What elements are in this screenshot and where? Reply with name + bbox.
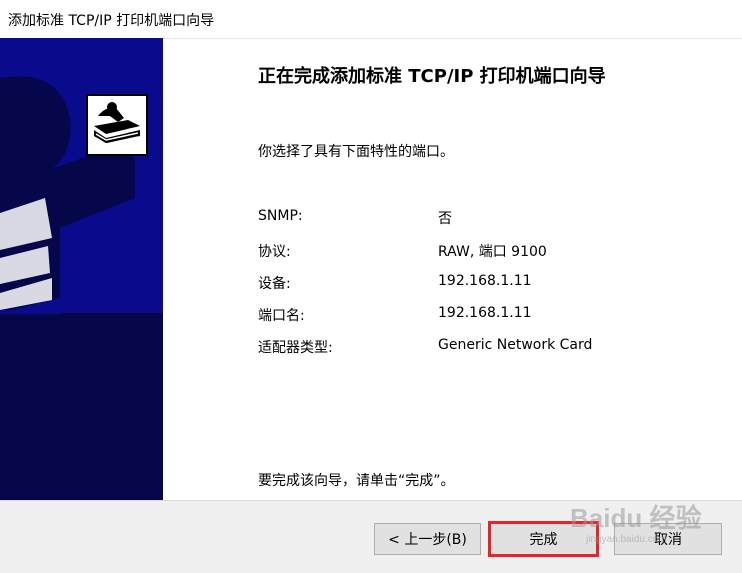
wizard-side-banner (0, 38, 163, 500)
property-label: 适配器类型: (258, 340, 333, 356)
property-row-adapter-type: 适配器类型: Generic Network Card (258, 337, 718, 359)
wizard-window: 添加标准 TCP/IP 打印机端口向导 正在完成添加标准 TCP/IP 打印机端… (0, 0, 742, 573)
property-label: 端口名: (258, 308, 305, 324)
button-bar: < 上一步(B) 完成 取消 (0, 500, 742, 573)
cancel-button[interactable]: 取消 (614, 523, 722, 555)
property-label: SNMP: (258, 208, 303, 224)
finish-button[interactable]: 完成 (488, 521, 599, 557)
property-value: 192.168.1.11 (438, 273, 532, 289)
finish-instruction: 要完成该向导，请单击“完成”。 (258, 473, 455, 489)
title-bar: 添加标准 TCP/IP 打印机端口向导 (0, 0, 742, 39)
property-value: Generic Network Card (438, 337, 593, 353)
page-heading: 正在完成添加标准 TCP/IP 打印机端口向导 (258, 66, 606, 87)
property-label: 设备: (258, 276, 291, 292)
property-row-port-name: 端口名: 192.168.1.11 (258, 305, 718, 327)
property-value: RAW, 端口 9100 (438, 244, 547, 260)
property-row-protocol: 协议: RAW, 端口 9100 (258, 241, 718, 263)
window-title: 添加标准 TCP/IP 打印机端口向导 (8, 13, 215, 29)
property-value: 192.168.1.11 (438, 305, 532, 321)
intro-text: 你选择了具有下面特性的端口。 (258, 144, 454, 160)
property-label: 协议: (258, 244, 291, 260)
back-button[interactable]: < 上一步(B) (374, 523, 481, 555)
printer-logo-icon (86, 94, 148, 156)
property-value: 否 (438, 211, 452, 227)
property-row-device: 设备: 192.168.1.11 (258, 273, 718, 295)
wizard-content: 正在完成添加标准 TCP/IP 打印机端口向导 你选择了具有下面特性的端口。 S… (163, 38, 742, 500)
property-row-snmp: SNMP: 否 (258, 208, 718, 230)
